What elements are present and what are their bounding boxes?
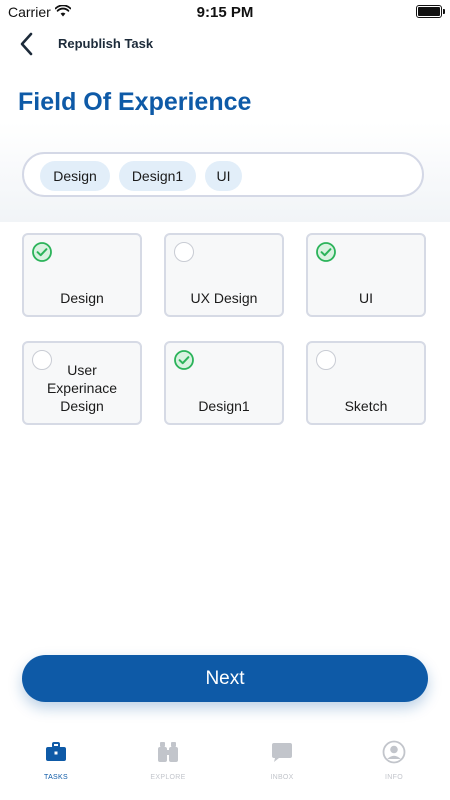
battery-icon xyxy=(416,5,445,18)
option-card-sketch[interactable]: Sketch xyxy=(306,341,426,425)
binoculars-icon xyxy=(156,740,180,764)
back-button[interactable] xyxy=(14,30,42,58)
check-circle-icon xyxy=(32,242,52,262)
option-card-ux-design[interactable]: UX Design xyxy=(164,233,284,317)
option-label: User Experinace Design xyxy=(46,362,118,414)
briefcase-icon xyxy=(44,740,68,764)
option-card-design1[interactable]: Design1 xyxy=(164,341,284,425)
tab-explore[interactable]: EXPLORE xyxy=(112,738,224,788)
option-label: UX Design xyxy=(190,290,258,306)
user-circle-icon xyxy=(382,740,406,764)
option-card-design[interactable]: Design xyxy=(22,233,142,317)
option-label: Design1 xyxy=(198,398,250,414)
chevron-left-icon xyxy=(20,32,33,56)
check-circle-icon xyxy=(174,350,194,370)
status-bar: Carrier 9:15 PM xyxy=(0,0,450,24)
tab-tasks[interactable]: TASKS xyxy=(0,738,112,788)
check-circle-icon xyxy=(316,242,336,262)
clock: 9:15 PM xyxy=(196,4,254,21)
chat-bubble-icon xyxy=(270,740,294,764)
tab-info[interactable]: INFO xyxy=(338,738,450,788)
chip-ui[interactable]: UI xyxy=(205,161,242,191)
nav-title: Republish Task xyxy=(58,36,154,51)
option-card-ui[interactable]: UI xyxy=(306,233,426,317)
option-card-user-experinace-design[interactable]: User Experinace Design xyxy=(22,341,142,425)
chip-design[interactable]: Design xyxy=(40,161,110,191)
page-title: Field Of Experience xyxy=(18,88,252,116)
tab-label: INBOX xyxy=(270,774,294,781)
option-label: Sketch xyxy=(344,398,388,414)
empty-circle-icon xyxy=(174,242,194,262)
option-label: Design xyxy=(60,290,104,306)
next-button[interactable]: Next xyxy=(22,655,428,702)
tab-label: TASKS xyxy=(44,774,68,781)
empty-circle-icon xyxy=(316,350,336,370)
option-label: UI xyxy=(359,290,373,306)
tab-label: INFO xyxy=(385,774,403,781)
chip-design1[interactable]: Design1 xyxy=(119,161,196,191)
tab-label: EXPLORE xyxy=(150,774,186,781)
selected-skills-field[interactable]: Design Design1 UI xyxy=(22,152,424,197)
tab-inbox[interactable]: INBOX xyxy=(226,738,338,788)
